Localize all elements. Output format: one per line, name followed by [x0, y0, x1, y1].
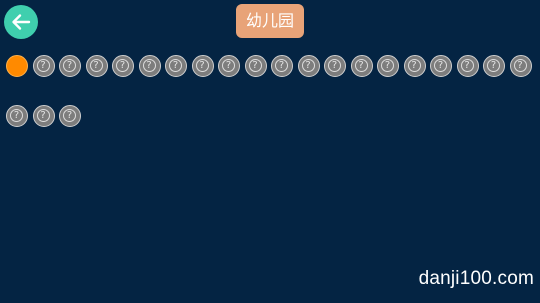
level-button-current[interactable] [6, 55, 28, 77]
question-mark-icon: ? [63, 59, 76, 72]
question-mark-icon: ? [354, 59, 368, 72]
question-mark-icon: ? [36, 59, 50, 72]
question-mark-icon: ? [89, 59, 103, 72]
level-button-locked[interactable]: ? [271, 55, 293, 77]
level-button-locked[interactable]: ? [32, 55, 55, 77]
level-button-locked[interactable]: ? [112, 55, 134, 77]
level-button-locked[interactable]: ? [403, 55, 426, 77]
question-mark-icon: ? [328, 59, 341, 72]
level-button-locked[interactable]: ? [456, 55, 479, 77]
watermark-text: danji100.com [418, 268, 534, 289]
level-button-locked[interactable]: ? [59, 55, 81, 77]
question-mark-icon: ? [248, 59, 262, 72]
question-mark-icon: ? [116, 59, 129, 72]
question-mark-icon: ? [63, 109, 76, 122]
level-button-locked[interactable]: ? [324, 55, 346, 77]
question-mark-icon: ? [169, 59, 182, 72]
level-button-locked[interactable]: ? [509, 55, 532, 77]
level-button-locked[interactable]: ? [483, 55, 505, 77]
level-button-locked[interactable]: ? [6, 105, 28, 127]
level-button-locked[interactable]: ? [297, 55, 320, 77]
question-mark-icon: ? [301, 59, 315, 72]
page-title: 幼儿园 [236, 4, 304, 38]
question-mark-icon: ? [381, 59, 394, 72]
question-mark-icon: ? [36, 109, 50, 122]
question-mark-icon: ? [275, 59, 288, 72]
level-button-locked[interactable]: ? [138, 55, 161, 77]
question-mark-icon: ? [10, 109, 23, 122]
level-button-locked[interactable]: ? [59, 105, 81, 127]
back-button[interactable] [4, 5, 38, 39]
question-mark-icon: ? [434, 59, 447, 72]
question-mark-icon: ? [195, 59, 209, 72]
level-button-locked[interactable]: ? [165, 55, 187, 77]
question-mark-icon: ? [487, 59, 500, 72]
question-mark-icon: ? [460, 59, 474, 72]
question-mark-icon: ? [407, 59, 421, 72]
level-button-locked[interactable]: ? [377, 55, 399, 77]
arrow-left-icon [12, 14, 31, 30]
level-button-locked[interactable]: ? [430, 55, 452, 77]
level-button-locked[interactable]: ? [244, 55, 267, 77]
level-button-locked[interactable]: ? [218, 55, 240, 77]
level-grid: ?????????????????????? [6, 55, 536, 127]
level-button-locked[interactable]: ? [32, 105, 55, 127]
level-button-locked[interactable]: ? [191, 55, 214, 77]
question-mark-icon: ? [513, 59, 527, 72]
level-button-locked[interactable]: ? [85, 55, 108, 77]
question-mark-icon: ? [142, 59, 156, 72]
question-mark-icon: ? [222, 59, 235, 72]
level-button-locked[interactable]: ? [350, 55, 373, 77]
